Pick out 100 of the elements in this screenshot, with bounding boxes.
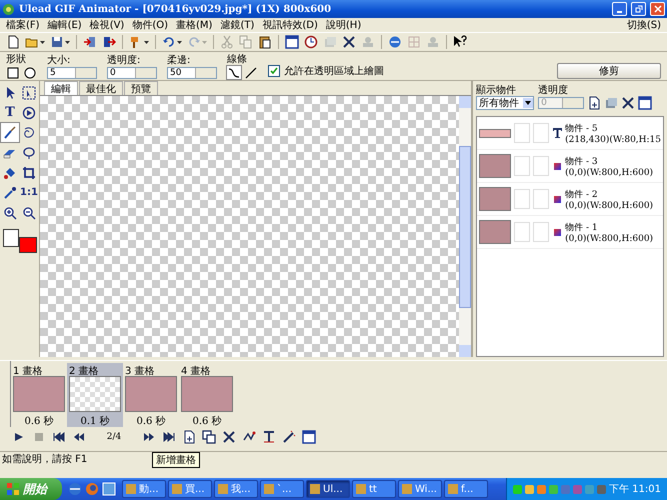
status-text: 如需說明，請按 F1 <box>2 452 88 466</box>
taskbar-button[interactable]: Ul... <box>306 480 350 498</box>
actual-size-tool[interactable]: 1:1 <box>20 183 38 202</box>
image-type-icon <box>554 162 561 170</box>
line-style-button[interactable] <box>227 66 241 79</box>
spin-field[interactable]: 5 <box>47 67 97 79</box>
toolbar-button[interactable] <box>451 34 469 50</box>
minimize-button[interactable] <box>612 2 627 16</box>
spin-field[interactable]: 0 <box>107 67 157 79</box>
checkbox[interactable] <box>268 65 280 77</box>
tooltip: 新增畫格 <box>152 452 200 468</box>
object-name: 物件 - 1 <box>565 222 599 234</box>
object-row[interactable]: 物件 - 2 (0,0)(W:800,H:600) <box>477 183 663 216</box>
clock: 下午 11:01 <box>609 483 661 496</box>
menu-item[interactable]: 濾鏡(T) <box>216 18 258 32</box>
photo-placeholder <box>479 187 512 211</box>
menu-item[interactable]: 說明(H) <box>322 18 366 32</box>
field-label: 柔邊: <box>167 55 192 66</box>
caret-icon <box>525 101 532 105</box>
vertical-scrollbar[interactable] <box>459 96 472 357</box>
menu-item[interactable]: 視訊特效(D) <box>258 18 322 32</box>
window-icon <box>285 35 299 49</box>
spin-field[interactable]: 50 <box>167 67 217 79</box>
menu-item[interactable]: 物件(O) <box>128 18 172 32</box>
restore-button[interactable] <box>631 2 646 16</box>
photo-placeholder <box>479 220 512 244</box>
app-logo-icon <box>2 2 15 16</box>
shape-button[interactable] <box>6 66 20 79</box>
line-style-button[interactable] <box>244 66 258 79</box>
paintbrush-icon <box>3 126 17 140</box>
caret-icon <box>65 40 70 44</box>
close-icon <box>342 35 356 49</box>
close-icon <box>222 430 236 444</box>
object-filter-dropdown[interactable]: 所有物件 <box>476 96 534 110</box>
zoom-out-icon <box>22 206 36 220</box>
clock-icon <box>304 35 318 49</box>
circle-shape-icon <box>23 66 37 80</box>
layer-icon <box>323 35 337 49</box>
frame-toolbar-button[interactable] <box>300 429 318 445</box>
menu-item[interactable]: 編輯(E) <box>44 18 86 32</box>
line-label: 線條 <box>227 54 248 65</box>
window-icon[interactable] <box>102 482 116 496</box>
crop-icon <box>22 166 36 180</box>
window-icon <box>302 430 316 444</box>
object-row[interactable]: 物件 - 3 (0,0)(W:800,H:600) <box>477 150 663 183</box>
view-tab[interactable]: 最佳化 <box>79 81 123 95</box>
paintbrush-tool[interactable] <box>1 123 19 142</box>
text-frame-icon <box>262 430 276 444</box>
toolbar-button[interactable] <box>283 34 301 50</box>
close-icon <box>654 5 662 13</box>
lasso-oval-icon <box>22 146 36 160</box>
frame-item[interactable]: 2 畫格 0.1 秒 <box>67 363 123 427</box>
close-button[interactable] <box>650 2 665 16</box>
object-row[interactable]: 物件 - 5 (218,430)(W:80,H:15 <box>477 117 663 150</box>
text-type-icon <box>552 128 562 138</box>
image-type-icon <box>554 228 561 236</box>
curved-line-icon <box>227 66 241 80</box>
object-row[interactable]: 物件 - 1 (0,0)(W:800,H:600) <box>477 216 663 249</box>
new-frame-icon <box>587 96 602 110</box>
taskbar-button[interactable]: `... <box>260 480 304 498</box>
object-name: 物件 - 3 <box>565 156 599 168</box>
grid-icon <box>407 35 421 49</box>
new-frame-icon <box>182 430 196 444</box>
caret-icon <box>144 40 149 44</box>
object-name: 物件 - 5 <box>565 122 599 134</box>
taskbar-button[interactable]: tt <box>352 480 396 498</box>
view-tab[interactable]: 編輯 <box>44 81 78 95</box>
text-tool-tool[interactable]: T <box>1 103 19 122</box>
field-label: 大小: <box>47 55 72 66</box>
menu-item[interactable]: 檔案(F) <box>2 18 44 32</box>
taskbar-button[interactable]: 買... <box>168 480 212 498</box>
window-title: Ulead GIF Animator - [070416yv029.jpg*] (1X) 800x600 <box>19 4 332 14</box>
show-objects-label: 顯示物件 <box>476 85 518 96</box>
shape-button[interactable] <box>23 66 37 79</box>
photo-placeholder <box>479 154 512 178</box>
background-color-swatch[interactable] <box>19 237 37 253</box>
switch-menu[interactable]: 切換(S) <box>622 18 665 32</box>
frame-toolbar-button[interactable] <box>200 429 218 445</box>
skip-to-end-icon <box>162 430 176 444</box>
arrow-out-box-icon <box>102 35 116 49</box>
paint-bucket-icon <box>3 166 17 180</box>
taskbar-button[interactable]: f... <box>444 480 488 498</box>
taskbar-button[interactable]: Wi... <box>398 480 442 498</box>
trim-button[interactable]: 修剪 <box>557 63 661 79</box>
toolbar-button[interactable] <box>302 34 320 50</box>
clipboard-icon <box>258 35 272 49</box>
undo-arrow-icon <box>162 35 176 49</box>
taskbar-button[interactable]: 動... <box>122 480 166 498</box>
taskbar-button[interactable]: 我... <box>214 480 258 498</box>
menu-item[interactable]: 畫格(M) <box>172 18 216 32</box>
play-circle-icon <box>22 106 36 120</box>
restore-icon <box>634 5 642 13</box>
object-name: 物件 - 2 <box>565 188 599 200</box>
stop-icon <box>32 430 46 444</box>
image-type-icon <box>554 196 561 202</box>
menu-item[interactable]: 檢視(V) <box>86 18 128 32</box>
zoom-in-icon <box>3 206 17 220</box>
shape-label: 形狀 <box>6 54 27 65</box>
view-tab[interactable]: 預覽 <box>124 81 158 95</box>
foreground-color-swatch[interactable] <box>3 229 19 247</box>
